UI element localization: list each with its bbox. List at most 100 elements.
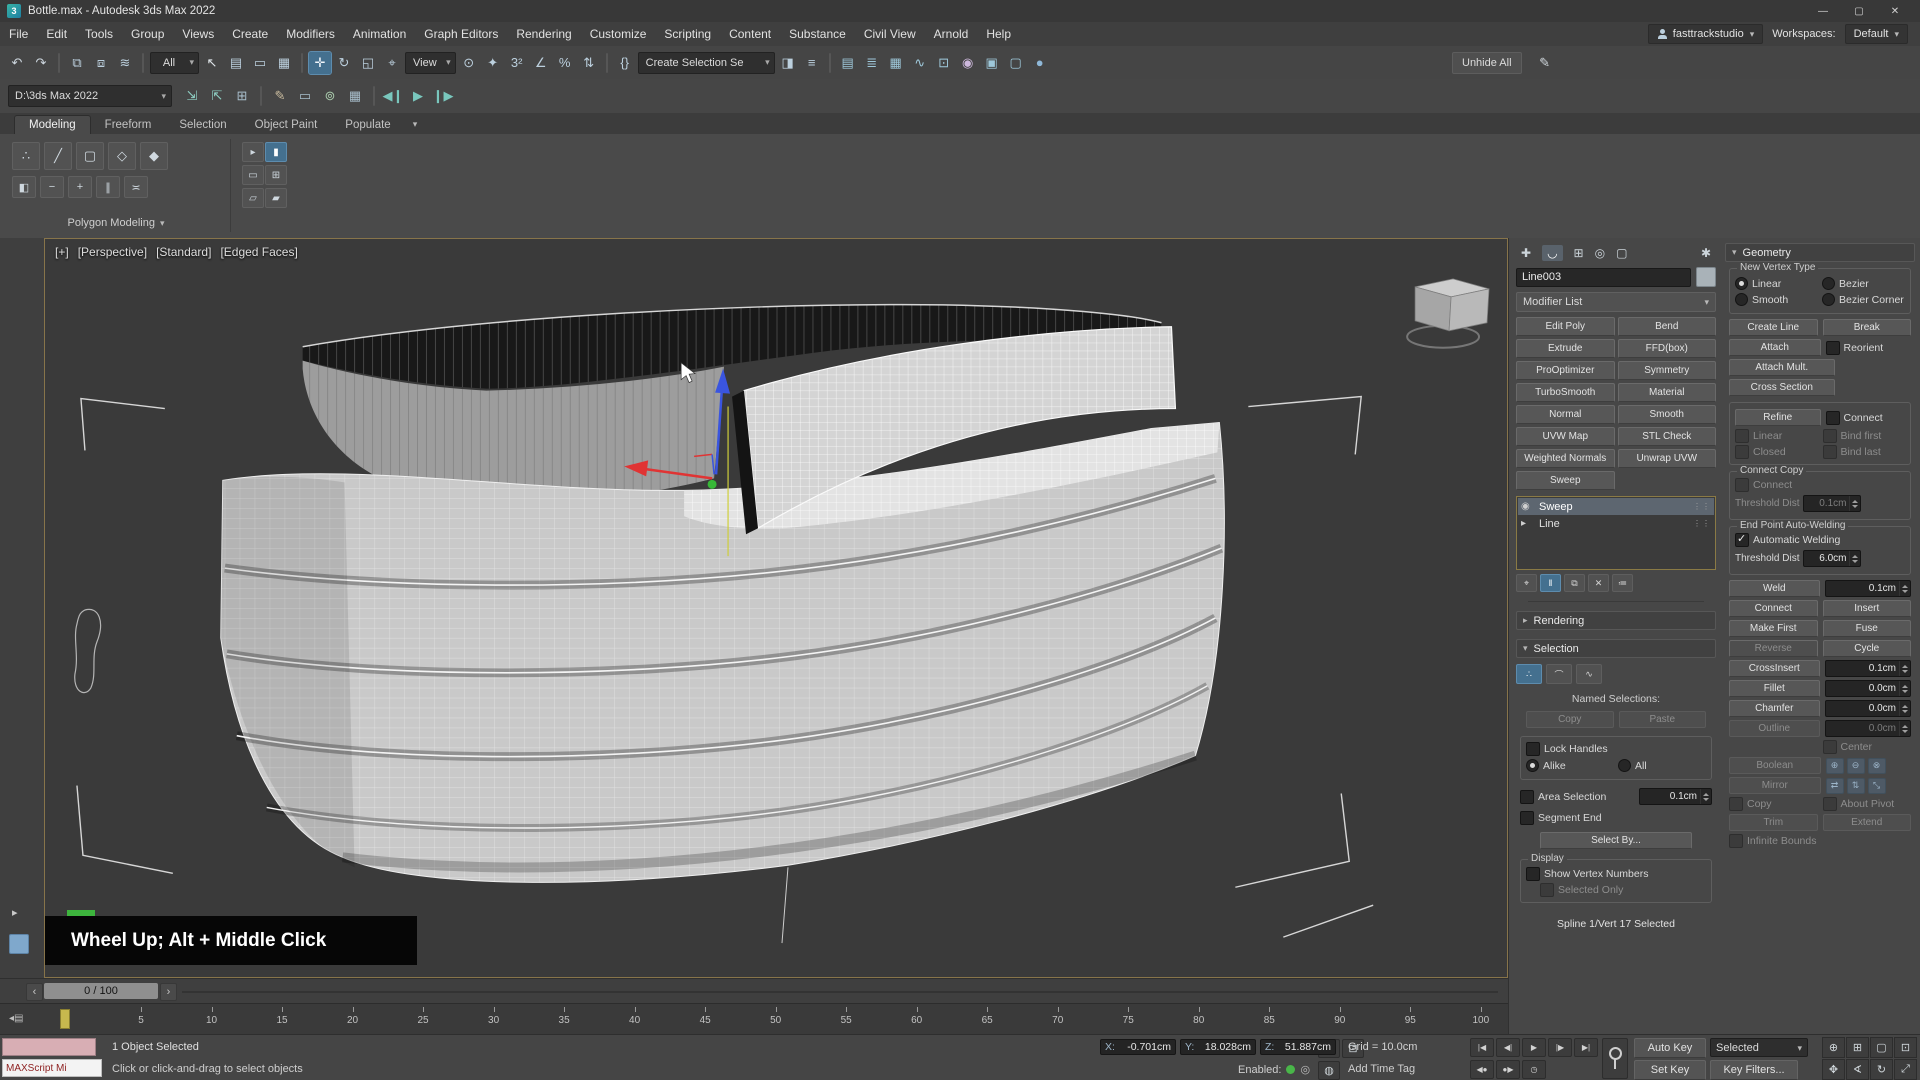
create-line-button[interactable]: Create Line: [1729, 319, 1818, 336]
radio[interactable]: [1618, 759, 1631, 772]
ribbon-icon[interactable]: ▢: [76, 142, 104, 170]
toolbar-icon[interactable]: ❙▶: [432, 85, 454, 107]
viewport-menu-item[interactable]: [+]: [55, 245, 69, 259]
frame-tick[interactable]: 65: [974, 1007, 1000, 1026]
close-icon[interactable]: ✕: [1877, 0, 1913, 22]
toolbar-icon[interactable]: ▦: [273, 52, 295, 74]
insert-button[interactable]: Insert: [1822, 600, 1911, 617]
radio[interactable]: [1526, 759, 1539, 772]
frame-tick[interactable]: 25: [410, 1007, 436, 1026]
auto-key-button[interactable]: Auto Key: [1634, 1038, 1706, 1058]
mute-toggle-icon[interactable]: ◎: [1300, 1063, 1310, 1076]
viewport-nav-icon[interactable]: ↻: [1870, 1059, 1893, 1080]
closed-checkbox[interactable]: Closed: [1735, 445, 1818, 459]
checkbox[interactable]: [1526, 742, 1540, 756]
toolbar-icon[interactable]: ↷: [30, 52, 52, 74]
mirror-button[interactable]: Mirror: [1729, 777, 1821, 794]
current-frame-marker[interactable]: [60, 1009, 70, 1029]
frame-tick[interactable]: 10: [199, 1007, 225, 1026]
toolbar-icon[interactable]: ▶: [407, 85, 429, 107]
cycle-button[interactable]: Cycle: [1822, 640, 1911, 657]
all-radio[interactable]: All: [1618, 759, 1706, 772]
toolbar-icon[interactable]: ✦: [482, 52, 504, 74]
time-slider-track[interactable]: ‹ 0 / 100 ›: [0, 978, 1508, 1004]
toolbar-icon[interactable]: ⊙: [458, 52, 480, 74]
connect-button[interactable]: Connect: [1729, 600, 1818, 617]
toolbar-icon[interactable]: ▦: [344, 85, 366, 107]
toolbar-icon[interactable]: ✛: [308, 50, 332, 75]
minimize-icon[interactable]: —: [1805, 0, 1841, 22]
spinner-arrows-icon[interactable]: [1899, 661, 1910, 676]
polygon-modeling-label[interactable]: Polygon Modeling: [8, 217, 224, 232]
toolbar-icon[interactable]: [58, 52, 60, 73]
modifier-button[interactable]: Extrude: [1516, 339, 1615, 358]
toolbar-icon[interactable]: ▦: [885, 52, 907, 74]
modifier-button[interactable]: Smooth: [1617, 405, 1716, 424]
toolbar-icon[interactable]: ●: [1029, 52, 1051, 74]
mirror-op-icon[interactable]: ⇅: [1846, 777, 1865, 794]
toolbar-icon[interactable]: ≋: [114, 52, 136, 74]
viewport-canvas[interactable]: [45, 239, 1507, 977]
frame-tick[interactable]: 85: [1256, 1007, 1282, 1026]
playback-icon[interactable]: ▶|: [1574, 1038, 1598, 1057]
extend-button[interactable]: Extend: [1822, 814, 1911, 831]
chamfer-button[interactable]: Chamfer: [1729, 700, 1820, 717]
playback-icon[interactable]: |◀: [1470, 1038, 1494, 1057]
time-slider-handle[interactable]: 0 / 100: [44, 983, 158, 999]
menu-item[interactable]: Create: [223, 22, 277, 46]
enabled-green-icon[interactable]: [1286, 1065, 1296, 1074]
toolbar-icon[interactable]: ⌖: [381, 52, 403, 74]
stack-tool-icon[interactable]: ≔: [1612, 574, 1633, 592]
ribbon-mini-icon[interactable]: ▱: [242, 188, 264, 208]
frame-tick[interactable]: 90: [1327, 1007, 1353, 1026]
toolbar-icon[interactable]: ▤: [225, 52, 247, 74]
add-time-tag[interactable]: Add Time Tag: [1348, 1063, 1415, 1075]
select-by-button[interactable]: Select By...: [1540, 832, 1692, 849]
toolbar-icon[interactable]: Unhide All: [1452, 51, 1522, 74]
visibility-eye-icon[interactable]: ◉: [1521, 501, 1535, 512]
infinite-bounds-checkbox[interactable]: Infinite Bounds: [1729, 834, 1911, 848]
bezier-radio[interactable]: Bezier: [1822, 277, 1905, 290]
key-nav-icon[interactable]: ◷: [1522, 1060, 1546, 1079]
command-panel-tab[interactable]: ✚: [1521, 246, 1531, 260]
ribbon-tab[interactable]: Populate: [331, 116, 404, 134]
command-panel-tab[interactable]: ◎: [1595, 246, 1605, 260]
visibility-eye-icon[interactable]: ▸: [1521, 518, 1535, 529]
toolbar-icon[interactable]: ∠: [530, 52, 552, 74]
open-mini-curve-editor-icon[interactable]: ◂▤: [9, 1013, 23, 1024]
ribbon-icon[interactable]: ╱: [44, 142, 72, 170]
toolbar-icon[interactable]: ∿: [909, 52, 931, 74]
alike-radio[interactable]: Alike: [1526, 759, 1614, 772]
menu-item[interactable]: File: [0, 22, 37, 46]
outline-spinner[interactable]: 0.0cm: [1824, 720, 1911, 737]
menu-item[interactable]: Civil View: [855, 22, 925, 46]
frame-tick[interactable]: 50: [763, 1007, 789, 1026]
ribbon-mini-icon[interactable]: ▰: [265, 188, 287, 208]
viewport-nav-icon[interactable]: ⊞: [1846, 1037, 1869, 1058]
frame-tick[interactable]: 20: [340, 1007, 366, 1026]
boolean-op-icon[interactable]: ⊖: [1846, 757, 1865, 774]
stack-tool-icon[interactable]: ✕: [1588, 574, 1609, 592]
weld-button[interactable]: Weld: [1729, 580, 1820, 597]
toolbar-icon[interactable]: 3²: [506, 52, 528, 74]
set-keys-button[interactable]: [1602, 1038, 1628, 1079]
cross-section-button[interactable]: Cross Section: [1729, 379, 1835, 396]
automatic-welding-checkbox[interactable]: Automatic Welding: [1735, 533, 1905, 547]
expand-panel-icon[interactable]: ▸: [12, 906, 18, 919]
copy-selection-button[interactable]: Copy: [1526, 711, 1614, 728]
modifier-button[interactable]: Normal: [1516, 405, 1615, 424]
toolbar-icon[interactable]: ◀❙: [382, 85, 404, 107]
modifier-button[interactable]: FFD(box): [1617, 339, 1716, 358]
toolbar-icon[interactable]: [142, 52, 144, 73]
command-panel-tab[interactable]: ⊞: [1574, 246, 1584, 260]
fillet-button[interactable]: Fillet: [1729, 680, 1820, 697]
menu-item[interactable]: Tools: [76, 22, 122, 46]
frame-tick[interactable]: 30: [481, 1007, 507, 1026]
frame-tick[interactable]: 100: [1468, 1007, 1494, 1026]
segment-end-checkbox[interactable]: Segment End: [1520, 811, 1712, 825]
weld-spinner[interactable]: 0.1cm: [1824, 580, 1911, 597]
menu-item[interactable]: Scripting: [655, 22, 720, 46]
command-panel-tab[interactable]: ✱: [1701, 246, 1711, 260]
stack-tool-icon[interactable]: ⧉: [1564, 574, 1585, 592]
modifier-button[interactable]: Sweep: [1516, 471, 1615, 490]
